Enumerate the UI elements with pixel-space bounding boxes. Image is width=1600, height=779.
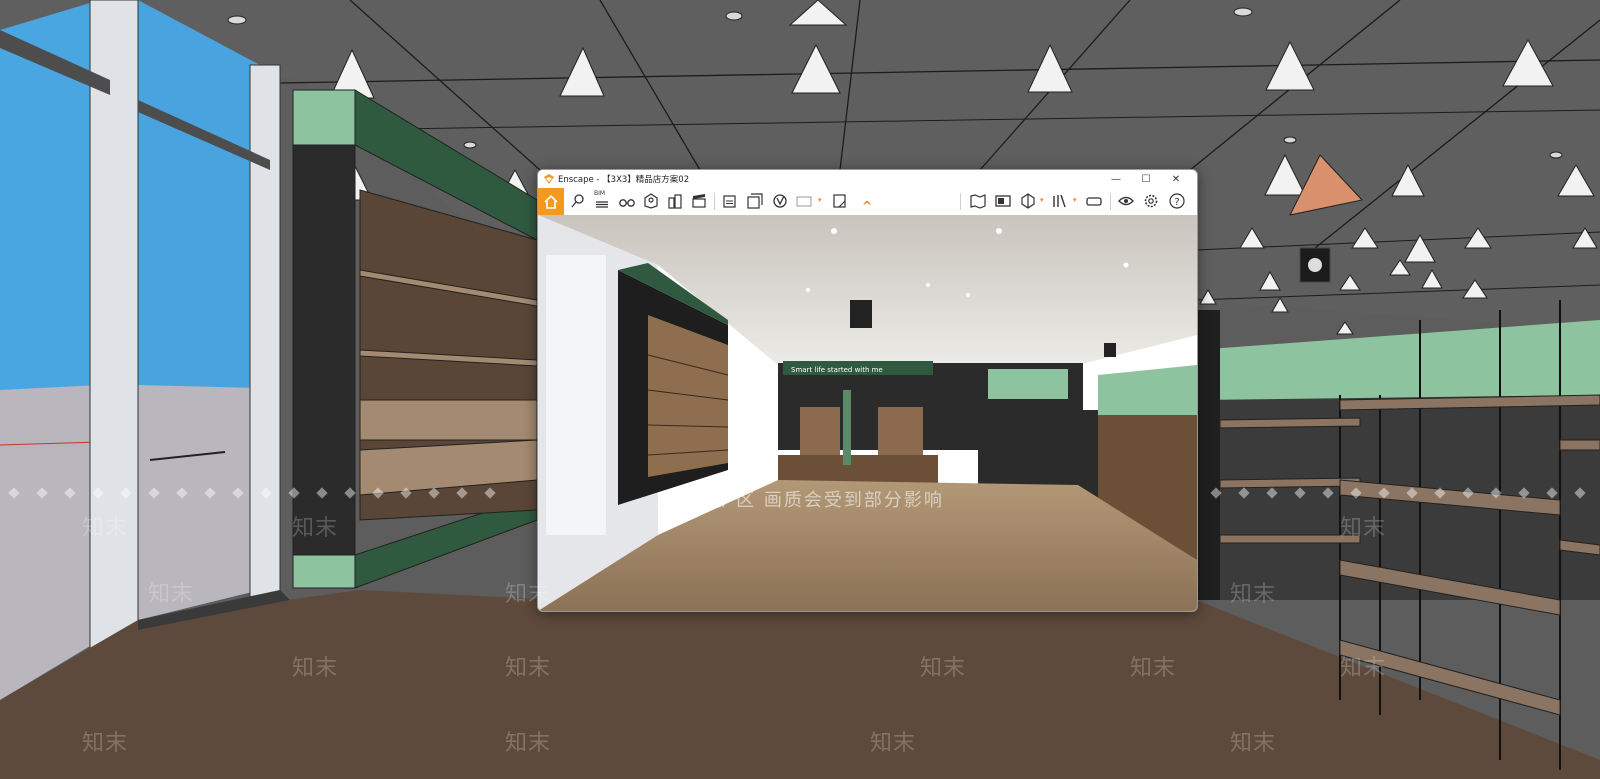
buildings-button[interactable] xyxy=(663,189,687,213)
panorama-icon xyxy=(796,196,812,207)
window-titlebar[interactable]: Enscape - 【3X3】精品店方案02 — ☐ ✕ xyxy=(538,170,1197,188)
map-icon xyxy=(970,194,986,209)
enscape-logo-icon xyxy=(544,174,554,184)
views-icon xyxy=(995,195,1011,207)
section-dropdown-icon[interactable]: ▾ xyxy=(1040,196,1044,204)
library-dropdown-icon[interactable]: ▾ xyxy=(1073,196,1077,204)
vr-export-button[interactable] xyxy=(768,189,792,213)
enscape-window[interactable]: Enscape - 【3X3】精品店方案02 — ☐ ✕ BIM ▾ ^ ▾ ▾… xyxy=(537,169,1198,612)
vr-headset-icon xyxy=(1086,197,1102,206)
asset-library-icon xyxy=(644,193,658,209)
maximize-button[interactable]: ☐ xyxy=(1131,170,1161,188)
video-clapperboard-icon xyxy=(692,194,706,208)
location-pin-icon xyxy=(571,194,584,208)
video-button[interactable] xyxy=(687,189,711,213)
vr-headset-button[interactable] xyxy=(1082,189,1106,213)
batch-render-button[interactable] xyxy=(743,189,767,213)
binoculars-icon xyxy=(619,199,635,207)
book-library-icon xyxy=(1053,194,1066,208)
eye-icon xyxy=(1118,196,1134,206)
exe-export-icon xyxy=(833,194,846,208)
help-icon: ? xyxy=(1169,193,1185,209)
location-button[interactable] xyxy=(566,189,590,213)
section-button[interactable] xyxy=(1016,189,1040,213)
panorama-button[interactable] xyxy=(792,189,816,213)
section-icon xyxy=(1021,193,1035,209)
panorama-dropdown-icon[interactable]: ▾ xyxy=(818,196,822,204)
exe-export-button[interactable] xyxy=(828,189,852,213)
collapse-toolbar-chevron-up-icon[interactable]: ^ xyxy=(862,199,872,213)
buildings-icon xyxy=(668,194,682,209)
svg-text:?: ? xyxy=(1174,197,1179,208)
batch-render-icon xyxy=(747,193,763,209)
vr-export-icon xyxy=(773,194,787,208)
screenshot-icon xyxy=(723,195,736,208)
home-icon xyxy=(544,194,558,209)
asset-library-button[interactable] xyxy=(639,189,663,213)
render-viewport[interactable]: Smart life started with me xyxy=(538,215,1197,611)
home-button[interactable] xyxy=(538,188,564,215)
map-button[interactable] xyxy=(966,189,990,213)
enscape-toolbar: BIM ▾ ^ ▾ ▾ ? xyxy=(538,188,1197,216)
visual-settings-button[interactable] xyxy=(1114,189,1138,213)
minimize-button[interactable]: — xyxy=(1101,170,1131,188)
gear-icon xyxy=(1144,194,1158,208)
store-sign-text: Smart life started with me xyxy=(791,366,883,374)
close-button[interactable]: ✕ xyxy=(1161,170,1191,188)
views-button[interactable] xyxy=(991,189,1015,213)
screenshot-button[interactable] xyxy=(718,189,742,213)
help-button[interactable]: ? xyxy=(1165,189,1189,213)
window-title: Enscape - 【3X3】精品店方案02 xyxy=(558,175,690,185)
settings-button[interactable] xyxy=(1139,189,1163,213)
bim-label: BIM xyxy=(594,190,606,197)
binoculars-button[interactable] xyxy=(615,189,639,213)
library-button[interactable] xyxy=(1048,189,1072,213)
